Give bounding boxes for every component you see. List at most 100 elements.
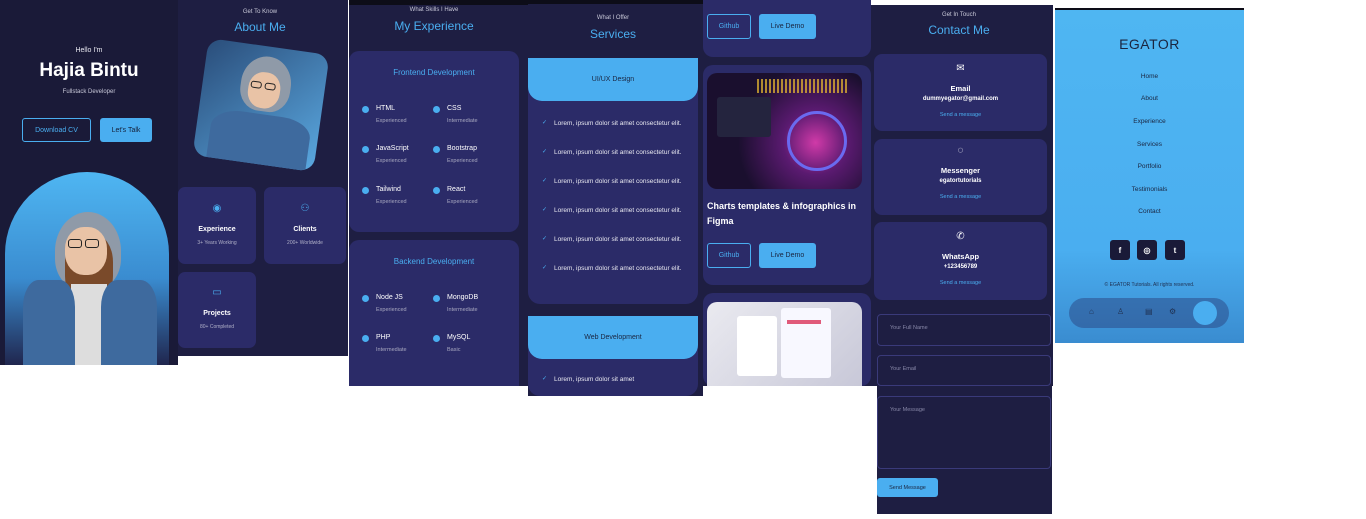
hero-greeting: Hello I'm [75, 47, 103, 54]
award-icon: ◉ [212, 203, 222, 214]
users-icon: ⚇ [300, 203, 310, 214]
service-title[interactable]: Web Development [528, 316, 698, 359]
instagram-icon[interactable]: ◎ [1137, 240, 1157, 260]
experience-title: My Experience [394, 19, 474, 33]
backend-card: Backend Development Node JS Experienced M… [349, 240, 519, 386]
menu-item-about[interactable]: About [1055, 95, 1244, 102]
card-subtitle: 3+ Years Working [197, 240, 237, 246]
frontend-card: Frontend Development HTML Experienced CSS… [349, 51, 519, 232]
about-panel: Get To Know About Me ◉ Experience 3+ Yea… [178, 0, 348, 356]
check-icon: ✓ [542, 120, 548, 126]
menu-item-services[interactable]: Services [1055, 141, 1244, 148]
experience-card: ◉ Experience 3+ Years Working [178, 187, 256, 264]
hero-panel: Hello I'm Hajia Bintu Fullstack Develope… [0, 0, 178, 365]
project-image [707, 73, 862, 189]
contact-type: WhatsApp [941, 252, 980, 261]
bottom-nav: ⌂ ♙ ▤ ⚙ [1069, 298, 1229, 328]
projects-card: ▭ Projects 80+ Completed [178, 272, 256, 348]
backend-title: Backend Development [393, 257, 475, 266]
live-demo-button[interactable]: Live Demo [759, 243, 816, 268]
github-button[interactable]: Github [707, 243, 751, 268]
contact-form: Your Full Name Your Email Your Message S… [877, 312, 1052, 514]
user-icon[interactable]: ♙ [1117, 307, 1124, 316]
home-icon[interactable]: ⌂ [1089, 307, 1094, 316]
twitter-icon[interactable]: t [1165, 240, 1185, 260]
person-illustration [5, 172, 169, 365]
message-textarea[interactable]: Your Message [877, 396, 1051, 469]
check-icon: ✓ [542, 149, 548, 155]
service-card-web: Web Development ✓ Lorem, ipsum dolor sit … [528, 316, 698, 396]
frontend-title: Frontend Development [393, 68, 475, 77]
experience-kicker: What Skills I Have [409, 7, 459, 13]
contact-card-messenger: ◌ Messenger egatortutorials Send a messa… [874, 139, 1047, 215]
hero-photo [5, 172, 169, 365]
github-button[interactable]: Github [707, 14, 751, 39]
contact-kicker: Get In Touch [942, 12, 976, 18]
project-image [707, 302, 862, 386]
contact-type: Email [950, 84, 971, 93]
about-title: About Me [234, 20, 286, 34]
check-icon [362, 146, 369, 153]
book-icon[interactable]: ▤ [1145, 307, 1153, 316]
check-icon [362, 187, 369, 194]
copyright-text: © EGATOR Tutorials. All rights reserved. [1104, 282, 1195, 288]
full-name-input[interactable]: Your Full Name [877, 314, 1051, 346]
menu-panel: EGATOR Home About Experience Services Po… [1055, 8, 1244, 343]
hero-role: Fullstack Developer [62, 89, 116, 95]
check-icon [362, 335, 369, 342]
email-input[interactable]: Your Email [877, 355, 1051, 386]
contact-value: dummyegator@gmail.com [922, 96, 999, 102]
send-message-link[interactable]: Send a message [874, 280, 1047, 286]
mail-icon: ✉ [956, 63, 965, 74]
check-icon [433, 295, 440, 302]
services-kicker: What I Offer [596, 15, 630, 21]
check-icon [433, 146, 440, 153]
facebook-icon[interactable]: f [1110, 240, 1130, 260]
contact-type: Messenger [940, 166, 981, 175]
menu-item-testimonials[interactable]: Testimonials [1055, 186, 1244, 193]
check-icon [362, 106, 369, 113]
experience-panel: What Skills I Have My Experience Fronten… [349, 0, 528, 386]
top-bar [349, 0, 528, 5]
settings-icon[interactable]: ⚙ [1169, 307, 1176, 316]
brand-logo[interactable]: EGATOR [1055, 36, 1244, 52]
check-icon: ✓ [542, 265, 548, 271]
send-message-link[interactable]: Send a message [874, 112, 1047, 118]
services-panel: What I Offer Services UI/UX Design ✓ Lore… [528, 0, 703, 396]
contact-card-whatsapp: ✆ WhatsApp +123456789 Send a message [874, 222, 1047, 300]
live-demo-button[interactable]: Live Demo [759, 14, 816, 39]
whatsapp-icon: ✆ [956, 231, 965, 242]
card-title: Clients [293, 226, 317, 233]
service-title[interactable]: UI/UX Design [528, 58, 698, 101]
top-bar [528, 0, 703, 4]
about-photo [192, 38, 330, 172]
check-icon: ✓ [542, 236, 548, 242]
portfolio-card: Charts templates & infographics in Figma… [703, 65, 871, 285]
contact-card-email: ✉ Email dummyegator@gmail.com Send a mes… [874, 54, 1047, 131]
card-title: Projects [203, 310, 231, 317]
check-icon: ✓ [542, 376, 548, 382]
top-bar [1055, 8, 1244, 10]
lets-talk-button[interactable]: Let's Talk [100, 118, 152, 142]
check-icon: ✓ [542, 207, 548, 213]
card-subtitle: 80+ Completed [199, 324, 235, 330]
project-title: Charts templates & infographics in Figma [707, 201, 857, 226]
menu-item-home[interactable]: Home [1055, 73, 1244, 80]
card-subtitle: 200+ Worldwide [287, 240, 323, 246]
check-icon: ✓ [542, 178, 548, 184]
chat-icon[interactable] [1193, 301, 1217, 325]
portfolio-card: Github Live Demo [703, 0, 871, 57]
check-icon [362, 295, 369, 302]
portfolio-card [703, 293, 871, 386]
hero-name: Hajia Bintu [39, 60, 139, 81]
send-message-link[interactable]: Send a message [874, 194, 1047, 200]
menu-item-portfolio[interactable]: Portfolio [1055, 163, 1244, 170]
menu-item-experience[interactable]: Experience [1055, 118, 1244, 125]
menu-item-contact[interactable]: Contact [1055, 208, 1244, 215]
download-cv-button[interactable]: Download CV [22, 118, 91, 142]
about-kicker: Get To Know [242, 9, 278, 15]
services-title: Services [589, 27, 636, 41]
card-title: Experience [198, 226, 236, 233]
contact-value: egatortutorials [939, 178, 982, 184]
send-message-button[interactable]: Send Message [877, 478, 938, 497]
